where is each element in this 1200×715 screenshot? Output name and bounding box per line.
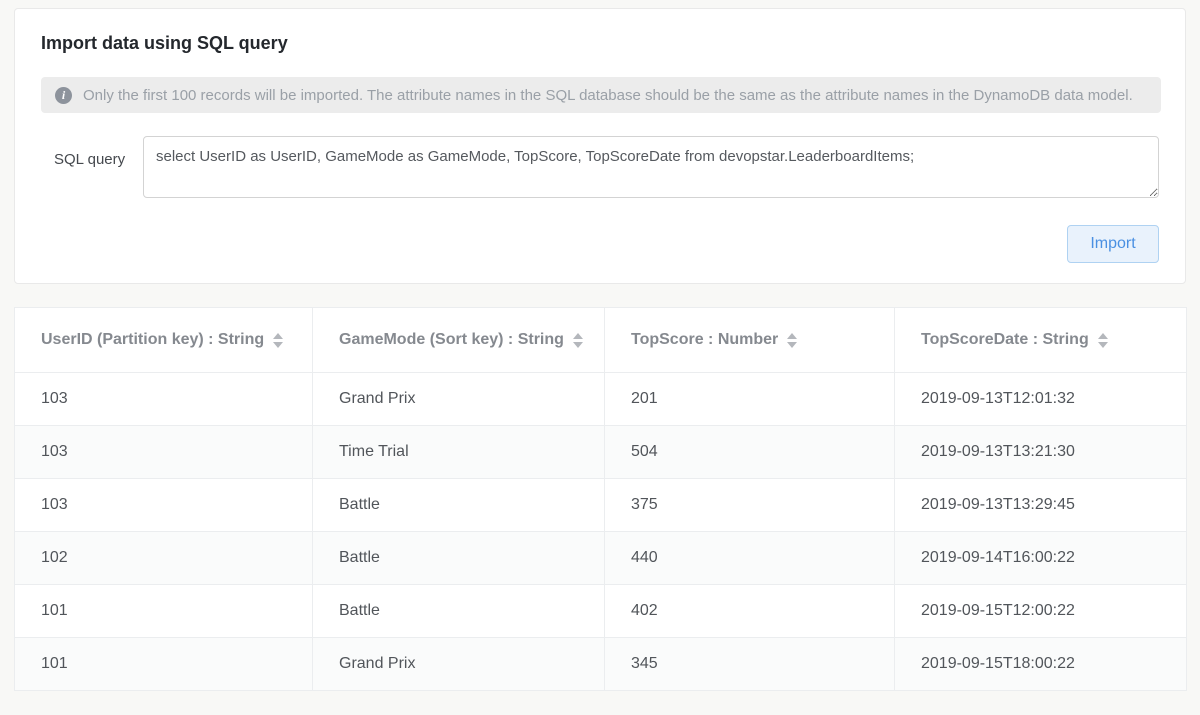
table-row: 101Battle4022019-09-15T12:00:22 xyxy=(15,585,1187,638)
sort-icon[interactable] xyxy=(787,333,797,348)
cell-user-id: 101 xyxy=(15,585,313,638)
cell-top-score: 201 xyxy=(605,373,895,426)
table-row: 103Battle3752019-09-13T13:29:45 xyxy=(15,479,1187,532)
cell-game-mode: Grand Prix xyxy=(313,373,605,426)
info-banner: i Only the first 100 records will be imp… xyxy=(41,77,1161,113)
column-header-top-score-date[interactable]: TopScoreDate : String xyxy=(895,308,1187,373)
cell-user-id: 101 xyxy=(15,638,313,691)
table-row: 103Grand Prix2012019-09-13T12:01:32 xyxy=(15,373,1187,426)
cell-user-id: 103 xyxy=(15,373,313,426)
column-header-label: UserID (Partition key) : String xyxy=(41,331,264,349)
cell-top-score: 440 xyxy=(605,532,895,585)
cell-top-score: 402 xyxy=(605,585,895,638)
cell-game-mode: Battle xyxy=(313,479,605,532)
table-row: 102Battle4402019-09-14T16:00:22 xyxy=(15,532,1187,585)
column-header-user-id[interactable]: UserID (Partition key) : String xyxy=(15,308,313,373)
sort-icon[interactable] xyxy=(573,333,583,348)
cell-user-id: 103 xyxy=(15,479,313,532)
cell-user-id: 103 xyxy=(15,426,313,479)
table-row: 101Grand Prix3452019-09-15T18:00:22 xyxy=(15,638,1187,691)
sql-query-label: SQL query xyxy=(54,151,144,168)
column-header-game-mode[interactable]: GameMode (Sort key) : String xyxy=(313,308,605,373)
cell-top-score-date: 2019-09-14T16:00:22 xyxy=(895,532,1187,585)
import-button[interactable]: Import xyxy=(1067,225,1159,263)
column-header-label: TopScoreDate : String xyxy=(921,331,1089,349)
cell-top-score-date: 2019-09-13T13:29:45 xyxy=(895,479,1187,532)
table-row: 103Time Trial5042019-09-13T13:21:30 xyxy=(15,426,1187,479)
cell-top-score-date: 2019-09-13T12:01:32 xyxy=(895,373,1187,426)
cell-top-score-date: 2019-09-13T13:21:30 xyxy=(895,426,1187,479)
cell-top-score: 375 xyxy=(605,479,895,532)
column-header-label: TopScore : Number xyxy=(631,331,778,349)
cell-game-mode: Grand Prix xyxy=(313,638,605,691)
column-header-top-score[interactable]: TopScore : Number xyxy=(605,308,895,373)
cell-top-score-date: 2019-09-15T18:00:22 xyxy=(895,638,1187,691)
table-header-row: UserID (Partition key) : String GameMode … xyxy=(15,308,1187,373)
info-icon: i xyxy=(55,87,72,104)
cell-top-score-date: 2019-09-15T12:00:22 xyxy=(895,585,1187,638)
cell-top-score: 504 xyxy=(605,426,895,479)
sort-icon[interactable] xyxy=(1098,333,1108,348)
import-panel: Import data using SQL query i Only the f… xyxy=(14,8,1186,284)
sql-query-input[interactable]: select UserID as UserID, GameMode as Gam… xyxy=(143,136,1159,198)
leaderboard-table: UserID (Partition key) : String GameMode … xyxy=(14,307,1186,691)
column-header-label: GameMode (Sort key) : String xyxy=(339,331,564,349)
cell-top-score: 345 xyxy=(605,638,895,691)
sort-icon[interactable] xyxy=(273,333,283,348)
cell-game-mode: Battle xyxy=(313,585,605,638)
cell-user-id: 102 xyxy=(15,532,313,585)
info-banner-text: Only the first 100 records will be impor… xyxy=(83,87,1133,104)
cell-game-mode: Battle xyxy=(313,532,605,585)
cell-game-mode: Time Trial xyxy=(313,426,605,479)
panel-title: Import data using SQL query xyxy=(41,33,288,54)
